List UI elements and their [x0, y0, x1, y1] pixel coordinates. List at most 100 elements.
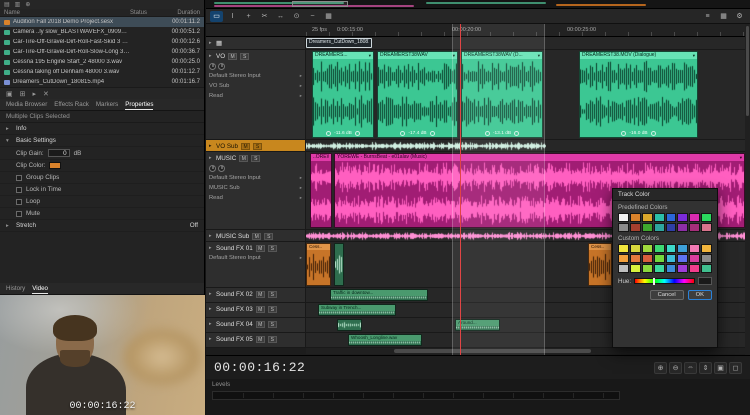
- audio-clip[interactable]: Whoosh_Longline.wav: [348, 334, 422, 346]
- solo-button[interactable]: S: [251, 155, 260, 162]
- clip-color-swatch[interactable]: [49, 162, 61, 169]
- audio-clip[interactable]: [334, 243, 344, 286]
- razor-tool-icon[interactable]: ✂: [258, 11, 271, 22]
- chevron-down-icon[interactable]: ▾: [740, 154, 742, 161]
- sound-fx-03-track-header[interactable]: ▸ Sound FX 03 M S: [206, 303, 306, 318]
- dialog-title[interactable]: Track Color: [613, 189, 717, 201]
- color-swatch[interactable]: [689, 264, 700, 273]
- audio-clip[interactable]: DREAMERS...▾ -11.6 dB: [312, 51, 374, 138]
- output-selector[interactable]: VO Sub: [209, 83, 298, 89]
- music-track-header[interactable]: ▸ MUSIC M S Default Stereo Input▸ MUSIC …: [206, 152, 306, 230]
- open-file-icon[interactable]: ▥: [15, 1, 21, 8]
- color-swatch[interactable]: [666, 244, 677, 253]
- tab-markers[interactable]: Markers: [96, 100, 118, 109]
- timeline-ruler[interactable]: 25 fps 0:00:15:00 00:00:20:00 00:00:25:0…: [206, 24, 745, 37]
- color-swatch[interactable]: [654, 244, 665, 253]
- move-tool-icon[interactable]: ▭: [210, 11, 223, 22]
- color-swatch[interactable]: [677, 213, 688, 222]
- color-swatch[interactable]: [689, 254, 700, 263]
- disclosure-icon[interactable]: ▸: [209, 306, 214, 312]
- slip-tool-icon[interactable]: ↔: [274, 11, 287, 22]
- video-clip[interactable]: Dreamers_CutDown_180815.mp4: [306, 38, 372, 48]
- clip-gain-knob[interactable]: [326, 131, 331, 136]
- tab-media-browser[interactable]: Media Browser: [6, 100, 47, 109]
- mute-button[interactable]: M: [256, 306, 265, 313]
- import-file-icon[interactable]: ▤: [4, 1, 10, 8]
- solo-button[interactable]: S: [268, 291, 277, 298]
- mute-button[interactable]: M: [252, 233, 261, 240]
- horizontal-scrollbar[interactable]: [306, 348, 745, 354]
- play-preview-icon[interactable]: ▸: [33, 90, 37, 98]
- mute-button[interactable]: M: [239, 155, 248, 162]
- pan-knob[interactable]: [218, 63, 225, 70]
- vo-sub-track-lane[interactable]: [306, 140, 745, 152]
- import-icon[interactable]: ⊞: [20, 90, 26, 98]
- color-swatch[interactable]: [689, 213, 700, 222]
- solo-button[interactable]: S: [268, 306, 277, 313]
- color-swatch[interactable]: [689, 244, 700, 253]
- vo-track-header[interactable]: ▸ VO M S Default Stereo Input▸ VO Sub▸ R…: [206, 50, 306, 140]
- mute-button[interactable]: M: [256, 321, 265, 328]
- hue-value-input[interactable]: [698, 277, 712, 285]
- tab-properties[interactable]: Properties: [125, 100, 153, 110]
- sound-fx-04-track-header[interactable]: ▸ Sound FX 04 M S: [206, 318, 306, 333]
- solo-button[interactable]: S: [240, 53, 249, 60]
- color-swatch[interactable]: [642, 264, 653, 273]
- zoom-horizontal-icon[interactable]: ⇔: [684, 362, 697, 374]
- vo-track-lane[interactable]: DREAMERS...▾ -11.6 dB DREAMERST38WAV▾ -1…: [306, 50, 745, 140]
- wave-view-icon[interactable]: ~: [306, 11, 319, 22]
- color-swatch[interactable]: [618, 223, 629, 232]
- zoom-full-icon[interactable]: ◻: [729, 362, 742, 374]
- chevron-down-icon[interactable]: ▾: [453, 52, 455, 59]
- add-tool-icon[interactable]: +: [242, 11, 255, 22]
- new-file-icon[interactable]: ⊕: [25, 1, 30, 8]
- color-swatch[interactable]: [630, 254, 641, 263]
- color-swatch[interactable]: [618, 213, 629, 222]
- clip-gain-input[interactable]: 0: [48, 149, 70, 157]
- disclosure-icon[interactable]: ▸: [209, 245, 214, 251]
- color-swatch[interactable]: [642, 223, 653, 232]
- audio-clip[interactable]: DREAMERST38.MOV (Dialogue)▾ -16.0 dB: [579, 51, 698, 138]
- solo-button[interactable]: S: [268, 245, 277, 252]
- volume-knob[interactable]: [209, 63, 216, 70]
- audio-clip[interactable]: Cess..: [306, 243, 331, 286]
- audio-clip[interactable]: Around...: [455, 319, 500, 331]
- color-swatch[interactable]: [642, 254, 653, 263]
- file-row[interactable]: Camera ..ly slow_BLASTWAVEFX_09092 48000…: [0, 27, 204, 37]
- color-swatch[interactable]: [677, 254, 688, 263]
- file-row[interactable]: Car-Tire-Off-Gravel-Dirt-Roll-Fast-Skid …: [0, 37, 204, 47]
- color-swatch[interactable]: [654, 223, 665, 232]
- clip-gain-knob[interactable]: [485, 131, 490, 136]
- file-row[interactable]: Audition Fall 2018 Demo Project.sesx 00:…: [0, 17, 204, 27]
- disclosure-icon[interactable]: ▸: [209, 40, 214, 46]
- chevron-down-icon[interactable]: ▾: [369, 52, 371, 59]
- video-track-header[interactable]: ▸ ▦: [206, 37, 306, 50]
- volume-knob[interactable]: [209, 165, 216, 172]
- lock-in-time-checkbox[interactable]: [16, 187, 22, 193]
- output-selector[interactable]: MUSIC Sub: [209, 185, 298, 191]
- color-swatch[interactable]: [642, 244, 653, 253]
- color-swatch[interactable]: [666, 223, 677, 232]
- clip-pan-knob[interactable]: [355, 131, 360, 136]
- section-info[interactable]: ▸ Info: [0, 123, 204, 135]
- tab-history[interactable]: History: [6, 284, 25, 293]
- chevron-down-icon[interactable]: ▾: [538, 52, 540, 59]
- disclosure-icon[interactable]: ▸: [209, 321, 214, 327]
- color-swatch[interactable]: [654, 264, 665, 273]
- disclosure-icon[interactable]: ▸: [209, 53, 214, 59]
- audio-clip[interactable]: Subway in Trench...: [318, 304, 396, 316]
- column-duration[interactable]: Duration: [162, 10, 200, 16]
- column-status[interactable]: Status: [130, 10, 162, 16]
- zoom-vertical-icon[interactable]: ⇕: [699, 362, 712, 374]
- color-swatch[interactable]: [666, 254, 677, 263]
- color-swatch[interactable]: [642, 213, 653, 222]
- color-swatch[interactable]: [630, 213, 641, 222]
- navigator-range-handle[interactable]: [292, 1, 348, 7]
- spot-heal-tool-icon[interactable]: ⊙: [290, 11, 303, 22]
- solo-button[interactable]: S: [268, 336, 277, 343]
- group-clips-checkbox[interactable]: [16, 175, 22, 181]
- color-swatch[interactable]: [630, 244, 641, 253]
- disclosure-icon[interactable]: ▸: [209, 233, 214, 239]
- color-swatch[interactable]: [701, 254, 712, 263]
- color-swatch[interactable]: [701, 223, 712, 232]
